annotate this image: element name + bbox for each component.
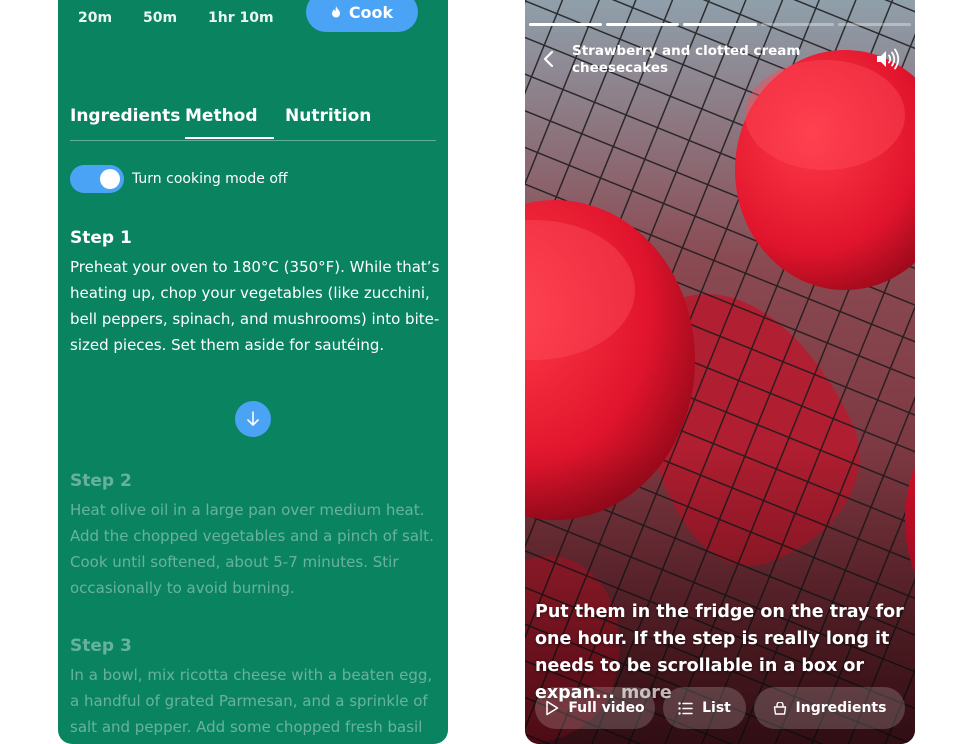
- progress-segment: [837, 23, 912, 26]
- progress-segment: [760, 23, 834, 26]
- ingredients-label: Ingredients: [795, 700, 887, 716]
- arrow-down-icon: [247, 411, 259, 426]
- sound-button[interactable]: [875, 48, 901, 70]
- list-button[interactable]: List: [663, 687, 746, 729]
- next-step-button[interactable]: [235, 401, 271, 437]
- cooking-mode-toggle[interactable]: [70, 165, 124, 193]
- story-progress: [529, 23, 912, 26]
- progress-segment: [529, 23, 603, 26]
- list-label: List: [702, 700, 731, 716]
- video-title: Strawberry and clotted cream cheesecakes: [572, 43, 801, 76]
- recipe-video-panel: Strawberry and clotted cream cheesecakes…: [525, 0, 915, 744]
- tab-nutrition[interactable]: Nutrition: [285, 106, 371, 126]
- flame-icon: [331, 6, 340, 18]
- list-icon: [678, 701, 693, 715]
- cook-time: 50m: [143, 10, 178, 26]
- cook-button-label: Cook: [348, 2, 394, 22]
- cooking-mode-row: Turn cooking mode off: [70, 165, 288, 193]
- cooking-mode-label: Turn cooking mode off: [132, 171, 288, 187]
- step-1: Step 1 Preheat your oven to 180°C (350°F…: [70, 228, 440, 358]
- recipe-tabs: Ingredients Method Nutrition: [70, 104, 436, 141]
- progress-segment: [683, 23, 757, 26]
- speaker-icon: [877, 48, 900, 70]
- step-text: Heat olive oil in a large pan over mediu…: [70, 501, 434, 597]
- step-2: Step 2 Heat olive oil in a large pan ove…: [70, 471, 440, 601]
- full-video-button[interactable]: Full video: [535, 687, 655, 729]
- cook-button[interactable]: Cook: [306, 0, 418, 32]
- prep-time: 20m: [78, 10, 113, 26]
- step-text: In a bowl, mix ricotta cheese with a bea…: [70, 666, 433, 736]
- tab-method[interactable]: Method: [185, 106, 273, 139]
- back-button[interactable]: [541, 50, 557, 68]
- total-time: 1hr 10m: [208, 10, 274, 26]
- progress-segment: [606, 23, 680, 26]
- recipe-method-panel: 20m 50m 1hr 10m Cook Ingredients Method …: [58, 0, 448, 744]
- tab-ingredients[interactable]: Ingredients: [70, 106, 180, 126]
- step-text: Preheat your oven to 180°C (350°F). Whil…: [70, 258, 440, 354]
- step-title: Step 1: [70, 228, 132, 248]
- ingredients-button[interactable]: Ingredients: [754, 687, 905, 729]
- step-title: Step 2: [70, 471, 132, 491]
- chevron-left-icon: [543, 50, 554, 68]
- play-icon: [546, 700, 559, 716]
- step-title: Step 3: [70, 636, 132, 656]
- toggle-knob: [100, 169, 120, 189]
- step-3: Step 3 In a bowl, mix ricotta cheese wit…: [70, 636, 440, 740]
- full-video-label: Full video: [568, 700, 645, 716]
- basket-icon: [773, 701, 786, 715]
